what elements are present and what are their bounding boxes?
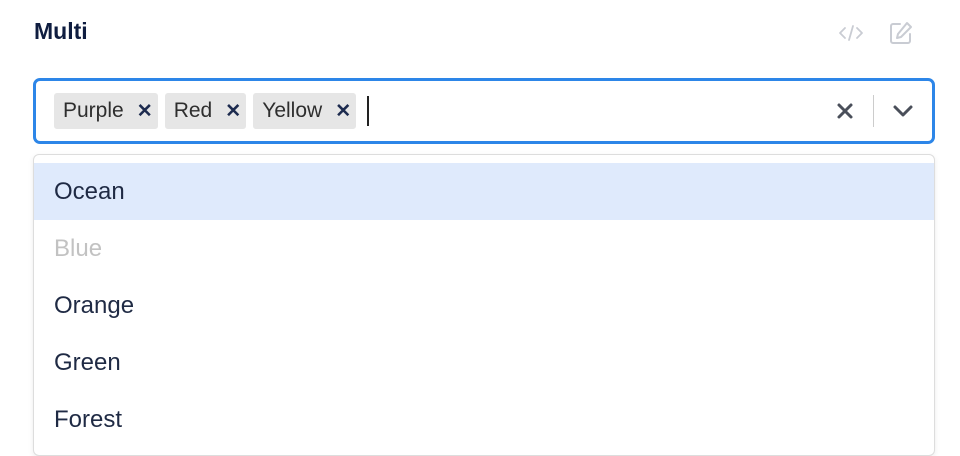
field-title: Multi — [34, 18, 88, 44]
edit-icon[interactable] — [888, 20, 914, 46]
remove-tag-icon[interactable]: ✕ — [220, 93, 246, 129]
tag-label: Purple — [63, 99, 124, 122]
field-actions — [838, 20, 914, 46]
chevron-down-icon — [893, 105, 913, 117]
option-blue: Blue — [54, 234, 103, 262]
selected-tag: Purple ✕ — [54, 93, 158, 129]
options-menu: Ocean Blue Orange Green Forest — [33, 154, 935, 456]
dropdown-button[interactable] — [874, 81, 932, 141]
multi-select-control[interactable]: Purple ✕ Red ✕ Yellow ✕ — [33, 78, 935, 144]
option-green[interactable]: Green — [34, 334, 934, 391]
remove-tag-icon[interactable]: ✕ — [132, 93, 158, 129]
selected-values: Purple ✕ Red ✕ Yellow ✕ — [36, 93, 817, 129]
tag-label: Red — [173, 99, 213, 122]
selected-tag: Yellow ✕ — [253, 93, 357, 129]
option-orange[interactable]: Orange — [34, 277, 934, 334]
option-ocean[interactable]: Ocean — [34, 163, 934, 220]
clear-all-button[interactable] — [817, 81, 873, 141]
option-forest[interactable]: Forest — [34, 391, 934, 448]
selected-tag: Red ✕ — [164, 93, 247, 129]
code-icon[interactable] — [838, 20, 864, 46]
tag-label: Yellow — [262, 99, 323, 122]
remove-tag-icon[interactable]: ✕ — [330, 93, 356, 129]
text-cursor[interactable] — [367, 96, 370, 126]
close-icon — [837, 103, 853, 119]
indicators — [817, 81, 932, 141]
